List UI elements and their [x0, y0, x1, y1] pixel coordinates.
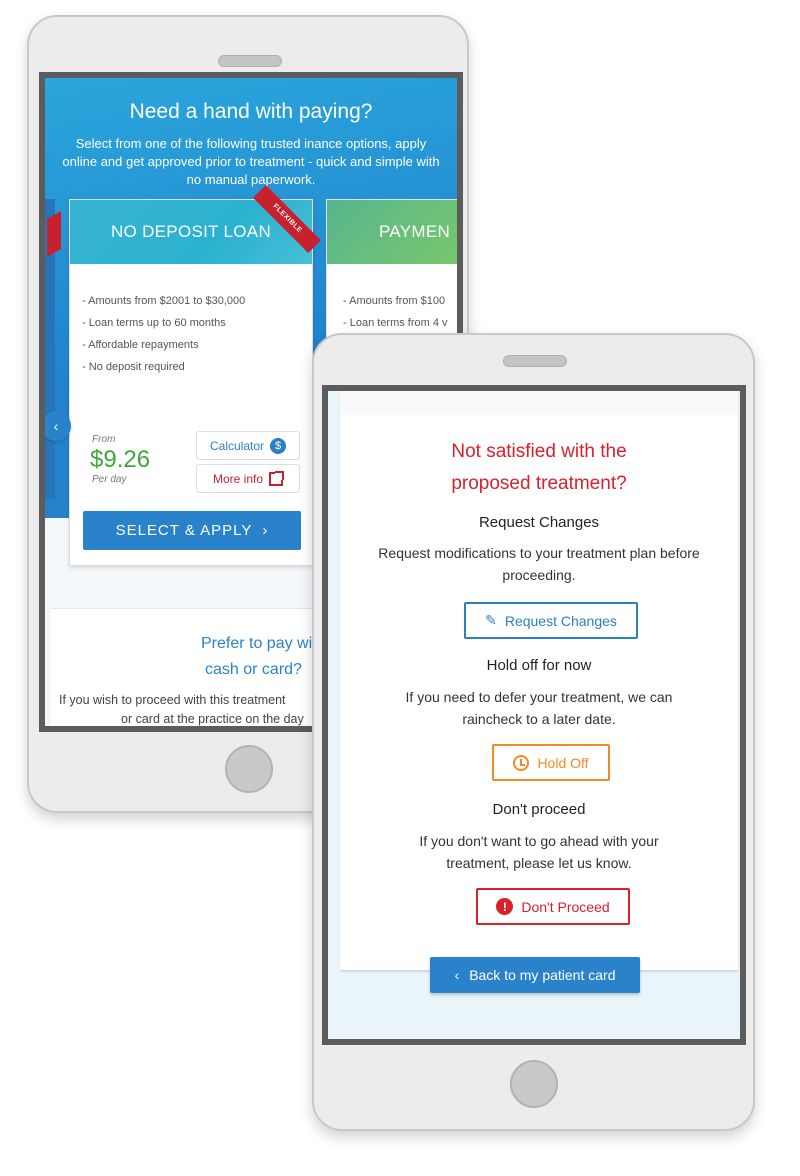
request-changes-heading: Request Changes [478, 514, 600, 531]
hold-off-heading: Hold off for now [486, 657, 592, 674]
finance-subtitle: Select from one of the following trusted… [62, 136, 440, 187]
dont-proceed-button[interactable]: ! Don't Proceed [476, 888, 630, 925]
payment-feature: - Loan terms from 4 v [343, 317, 448, 329]
daily-price: $9.26 [90, 446, 151, 473]
loan-features-list: - Amounts from $2001 to $30,000 - Loan t… [82, 290, 245, 378]
calculator-button[interactable]: Calculator $ [196, 431, 300, 460]
finance-title: Need a hand with paying? [129, 100, 373, 123]
loan-card-title: NO DEPOSIT LOAN [110, 222, 272, 241]
hold-off-button[interactable]: Hold Off [492, 744, 610, 781]
previous-card-ribbon [47, 210, 61, 258]
chevron-left-icon: ‹ [53, 418, 59, 434]
dollar-coin-icon: $ [270, 437, 287, 454]
request-changes-button[interactable]: ✎ Request Changes [464, 602, 638, 639]
clock-icon [513, 754, 530, 771]
hold-off-text: If you need to defer your treatment, we … [340, 686, 738, 730]
select-apply-label: SELECT & APPLY [115, 522, 253, 539]
phone-speaker [503, 355, 567, 367]
no-deposit-loan-card: NO DEPOSIT LOAN FLEXIBLE - Amounts from … [69, 185, 321, 566]
dont-proceed-desc: If you don't want to go ahead with your … [419, 833, 659, 871]
request-changes-label: Request Changes [504, 612, 617, 629]
panel-top-strip [340, 391, 738, 415]
hold-off-desc: If you need to defer your treatment, we … [405, 689, 673, 727]
payment-card-header: PAYMEN [327, 200, 457, 264]
decision-screen: Not satisfied with the proposed treatmen… [322, 385, 746, 1045]
more-info-label: More info [212, 471, 264, 486]
not-satisfied-title: Not satisfied with the proposed treatmen… [340, 436, 738, 500]
payment-feature: - Amounts from $100 [343, 295, 446, 307]
home-button [510, 1060, 558, 1108]
phone-mockup-decision: Not satisfied with the proposed treatmen… [312, 333, 755, 1131]
from-label: From [92, 434, 116, 445]
carousel-prev-button[interactable]: ‹ [45, 411, 71, 441]
dont-proceed-label: Don't Proceed [521, 898, 610, 915]
not-satisfied-text: Not satisfied with the proposed treatmen… [451, 441, 627, 494]
alert-icon: ! [496, 898, 514, 915]
dont-proceed-text: If you don't want to go ahead with your … [340, 830, 738, 874]
request-changes-desc: Request modifications to your treatment … [378, 545, 700, 583]
per-day-label: Per day [92, 474, 127, 485]
loan-feature: - Affordable repayments [82, 339, 199, 351]
loan-feature: - No deposit required [82, 361, 185, 373]
request-changes-text: Request modifications to your treatment … [340, 542, 738, 586]
select-apply-button[interactable]: SELECT & APPLY › [83, 511, 301, 550]
previous-finance-card[interactable] [45, 199, 61, 499]
loan-feature: - Loan terms up to 60 months [82, 317, 226, 329]
pencil-icon: ✎ [485, 612, 497, 628]
phone-speaker [218, 55, 282, 67]
dont-proceed-heading: Don't proceed [492, 801, 586, 818]
external-link-icon [269, 470, 285, 486]
more-info-button[interactable]: More info [196, 464, 300, 493]
home-button [225, 745, 273, 793]
payment-card-title: PAYMEN [379, 222, 451, 241]
decision-panel: Not satisfied with the proposed treatmen… [340, 391, 738, 971]
payment-features-list: - Amounts from $100 - Loan terms from 4 … [343, 290, 448, 334]
back-to-patient-card-button[interactable]: ‹ Back to my patient card [430, 957, 640, 993]
calculator-label: Calculator [209, 438, 265, 453]
cash-text-line2: or card at the practice on the day [121, 712, 304, 726]
hold-off-label: Hold Off [537, 754, 589, 771]
chevron-left-icon: ‹ [454, 967, 460, 983]
chevron-right-icon: › [262, 522, 269, 539]
loan-feature: - Amounts from $2001 to $30,000 [82, 295, 246, 307]
back-button-label: Back to my patient card [469, 967, 616, 983]
